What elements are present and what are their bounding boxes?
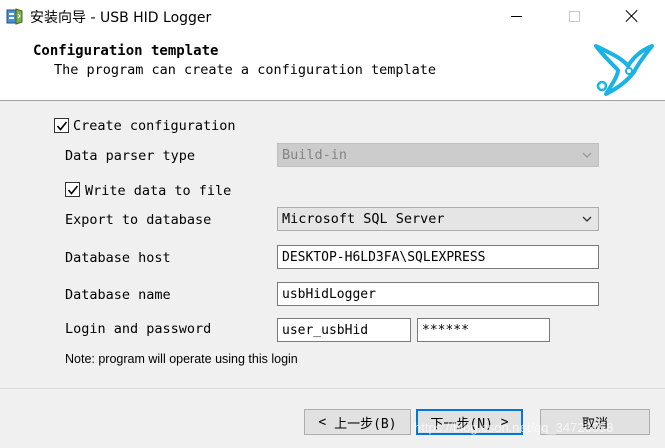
brand-logo-icon [594,44,654,96]
page-title: Configuration template [33,43,219,59]
installer-icon [6,8,23,25]
write-data-to-file-label[interactable]: Write data to file [85,183,231,199]
data-parser-type-value: Build-in [282,147,348,163]
close-button[interactable] [609,0,655,32]
chevron-down-icon [582,152,592,158]
write-data-to-file-checkbox[interactable] [65,182,80,197]
password-field[interactable]: ****** [417,318,550,342]
data-parser-type-select: Build-in [277,143,599,167]
title-bar: 安装向导 - USB HID Logger [0,0,665,32]
create-configuration-checkbox[interactable] [54,118,69,133]
close-icon [625,9,639,23]
minimize-button[interactable] [493,0,539,32]
maximize-button[interactable] [551,0,597,32]
chevron-down-icon [582,216,592,222]
chevron-left-icon: < [318,414,335,430]
maximize-icon [568,10,580,22]
back-button-label: 上一步(B) [334,416,397,432]
export-to-database-label: Export to database [65,212,212,228]
login-field[interactable]: user_usbHid [277,318,411,342]
data-parser-type-label: Data parser type [65,148,196,164]
login-password-label: Login and password [65,321,212,337]
database-name-field[interactable]: usbHidLogger [277,282,599,306]
wizard-header: Configuration template The program can c… [0,32,665,100]
database-name-label: Database name [65,287,171,303]
login-note: Note: program will operate using this lo… [65,352,298,366]
minimize-icon [510,15,522,17]
page-subtitle: The program can create a configuration t… [54,62,437,78]
window-title: 安装向导 - USB HID Logger [30,10,212,26]
checkmark-icon [67,185,79,195]
create-configuration-label[interactable]: Create configuration [73,118,236,134]
database-host-label: Database host [65,250,171,266]
database-host-field[interactable]: DESKTOP-H6LD3FA\SQLEXPRESS [277,245,599,269]
back-button[interactable]: < 上一步(B) [304,409,411,435]
footer-divider [0,388,665,389]
export-to-database-value: Microsoft SQL Server [282,211,445,227]
checkmark-icon [56,121,68,131]
watermark: https://blog.csdn.net/qq_34726058 [414,420,614,435]
export-to-database-select[interactable]: Microsoft SQL Server [277,207,599,231]
